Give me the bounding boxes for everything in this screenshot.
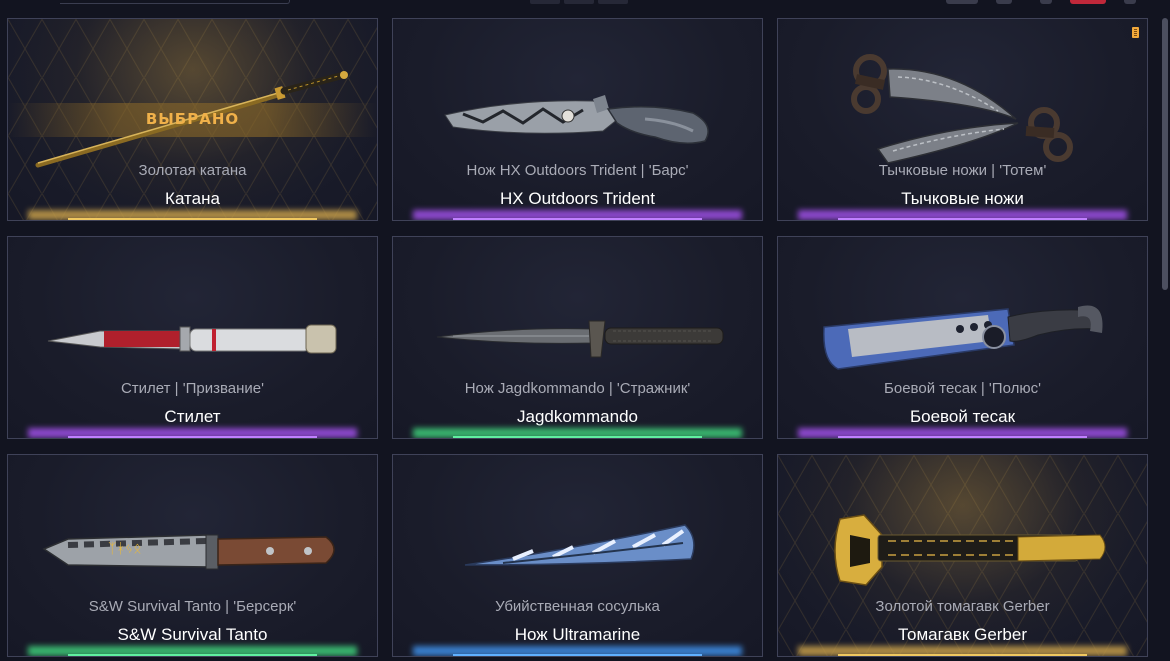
settings-icon[interactable] (1124, 0, 1136, 4)
tab-2[interactable] (564, 0, 594, 4)
selected-label: ВЫБРАНО (145, 110, 240, 128)
card-subtitle: Боевой тесак | 'Полюс' (884, 380, 1041, 397)
circle-icon[interactable] (996, 0, 1012, 4)
card-title: S&W Survival Tanto (117, 625, 268, 644)
card-subtitle: Золотой томагавк Gerber (875, 598, 1050, 615)
card-title: Катана (165, 189, 220, 208)
shield-icon[interactable] (1040, 0, 1052, 4)
svg-text:ᛉᚼᛃᛟ: ᛉᚼᛃᛟ (108, 541, 142, 557)
card-title: Боевой тесак (909, 407, 1016, 426)
card-subtitle: Нож HX Outdoors Trident | 'Барс' (466, 162, 689, 179)
item-grid: ВЫБРАНО Золотая катана Катана Нож HX Out… (7, 18, 1149, 661)
rarity-line (68, 218, 317, 220)
card-subtitle: Золотая катана (138, 162, 247, 179)
item-card-tomahawk[interactable]: Золотой томагавк Gerber Томагавк Gerber (777, 454, 1148, 657)
rarity-line (453, 654, 702, 656)
card-subtitle: Убийственная сосулька (495, 598, 660, 615)
rarity-line (838, 218, 1087, 220)
card-subtitle: Нож Jagdkommando | 'Стражник' (464, 380, 691, 397)
rarity-line (453, 218, 702, 220)
toggle-button[interactable] (946, 0, 978, 4)
card-subtitle: Стилет | 'Призвание' (120, 380, 265, 397)
item-card-ultramarine[interactable]: Убийственная сосулька Нож Ultramarine (392, 454, 763, 657)
item-card-katana[interactable]: ВЫБРАНО Золотая катана Катана (7, 18, 378, 221)
card-subtitle: S&W Survival Tanto | 'Берсерк' (88, 598, 297, 615)
card-title: HX Outdoors Trident (500, 189, 655, 208)
rarity-line (453, 436, 702, 438)
rarity-line (838, 654, 1087, 656)
item-card-hx-outdoors[interactable]: Нож HX Outdoors Trident | 'Барс' HX Outd… (392, 18, 763, 221)
item-card-push-daggers[interactable]: Тычковые ножи | 'Тотем' Тычковые ножи (777, 18, 1148, 221)
rarity-line (68, 436, 317, 438)
rarity-line (838, 436, 1087, 438)
item-card-combat-cleaver[interactable]: Боевой тесак | 'Полюс' Боевой тесак (777, 236, 1148, 439)
card-title: Стилет (164, 407, 221, 426)
card-title: Jagdkommando (517, 407, 638, 426)
item-card-survival-tanto[interactable]: ᛉᚼᛃᛟ S&W Survival Tanto | 'Берсерк' S&W … (7, 454, 378, 657)
card-title: Тычковые ножи (901, 189, 1024, 208)
card-subtitle: Тычковые ножи | 'Тотем' (878, 162, 1047, 179)
tab-3[interactable] (598, 0, 628, 4)
card-title: Нож Ultramarine (514, 625, 641, 644)
search-input[interactable] (60, 0, 290, 4)
scrollbar[interactable] (1162, 18, 1168, 290)
item-card-jagdkommando[interactable]: Нож Jagdkommando | 'Стражник' Jagdkomman… (392, 236, 763, 439)
item-card-stiletto[interactable]: Стилет | 'Призвание' Стилет (7, 236, 378, 439)
rarity-line (68, 654, 317, 656)
card-title: Томагавк Gerber (897, 625, 1028, 644)
tab-1[interactable] (530, 0, 560, 4)
alert-badge[interactable] (1070, 0, 1106, 4)
top-toolbar (0, 0, 1170, 8)
